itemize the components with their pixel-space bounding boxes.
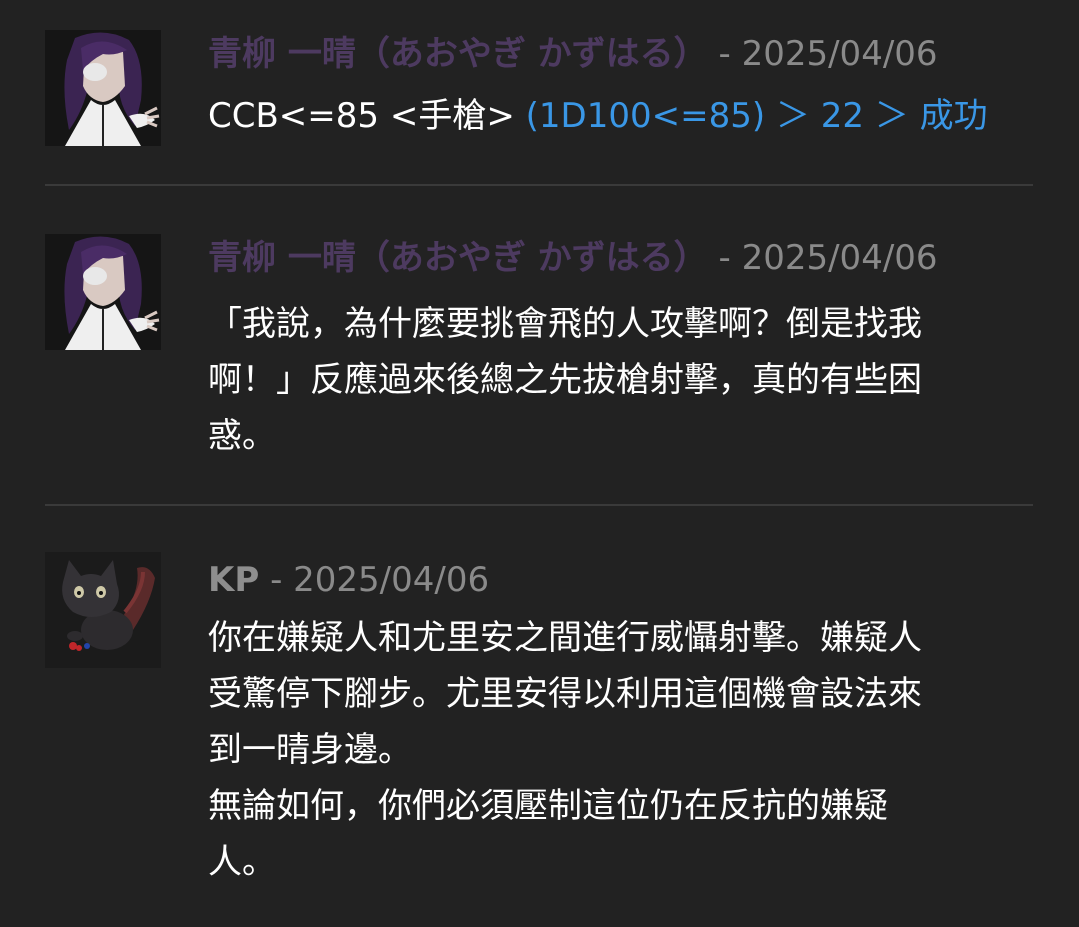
dice-roll: CCB<=85 <手槍> (1D100<=85) ＞ 22 ＞ 成功	[208, 88, 1028, 144]
author-name: KP	[208, 560, 260, 600]
black-cat-icon	[45, 552, 161, 668]
character-portrait-icon	[45, 234, 161, 350]
avatar[interactable]	[45, 552, 161, 668]
divider	[45, 184, 1033, 186]
message-header: 青柳 一晴（あおやぎ かずはる） - 2025/04/06	[208, 32, 938, 76]
message-date: - 2025/04/06	[270, 560, 490, 600]
author-name: 青柳 一晴（あおやぎ かずはる）	[208, 34, 708, 74]
message-date: - 2025/04/06	[718, 238, 938, 278]
message-text: 你在嫌疑人和尤里安之間進行威懾射擊。嫌疑人 受驚停下腳步。尤里安得以利用這個機會…	[208, 618, 922, 882]
message-header: 青柳 一晴（あおやぎ かずはる） - 2025/04/06	[208, 236, 938, 280]
author-name: 青柳 一晴（あおやぎ かずはる）	[208, 238, 708, 278]
chat-log: 青柳 一晴（あおやぎ かずはる） - 2025/04/06 CCB<=85 <手…	[0, 0, 1079, 927]
character-portrait-icon	[45, 30, 161, 146]
message-header: KP - 2025/04/06	[208, 558, 489, 602]
message-text: 「我說，為什麼要挑會飛的人攻擊啊？倒是找我 啊！」反應過來後總之先拔槍射擊，真的…	[208, 304, 922, 456]
dice-command: CCB<=85 <手槍>	[208, 96, 526, 136]
avatar[interactable]	[45, 234, 161, 350]
divider	[45, 504, 1033, 506]
avatar[interactable]	[45, 30, 161, 146]
message-date: - 2025/04/06	[718, 34, 938, 74]
dice-result: (1D100<=85) ＞ 22 ＞ 成功	[525, 96, 988, 136]
